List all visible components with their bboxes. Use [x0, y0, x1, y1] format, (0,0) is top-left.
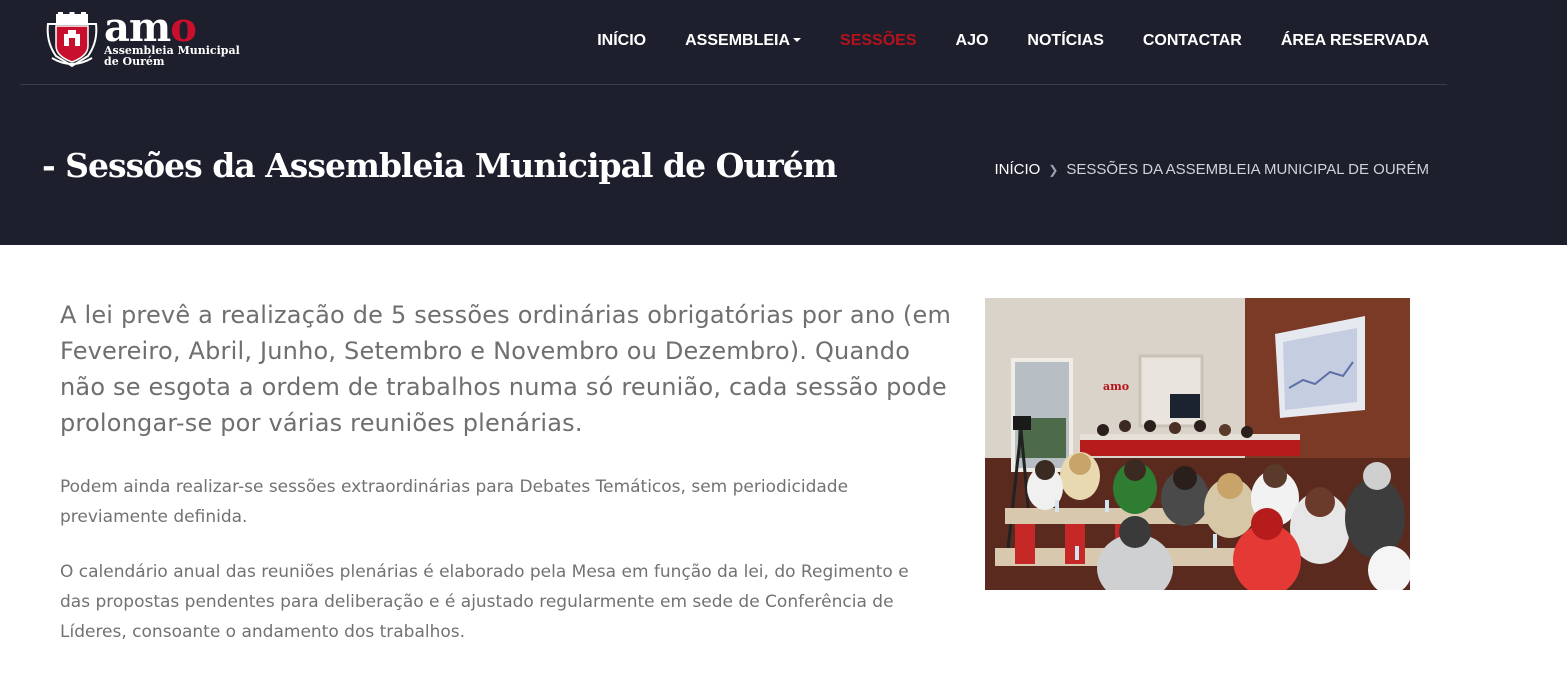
site-logo[interactable]: amo Assembleia Municipal de Ourém — [44, 4, 240, 72]
nav-item-assembleia[interactable]: ASSEMBLEIA — [685, 30, 802, 52]
nav-item-area-reservada[interactable]: ÁREA RESERVADA — [1281, 30, 1429, 52]
main-nav: INÍCIO ASSEMBLEIA SESSÕES AJO NOTÍCIAS C… — [558, 30, 1429, 52]
assembly-session-photo: amo — [985, 298, 1410, 590]
caret-down-icon — [793, 37, 802, 42]
nav-item-ajo[interactable]: AJO — [956, 30, 989, 52]
nav-item-sessoes[interactable]: SESSÕES — [840, 30, 916, 52]
nav-item-inicio[interactable]: INÍCIO — [597, 30, 646, 52]
chevron-right-icon: ❯ — [1048, 162, 1059, 177]
header-divider — [20, 84, 1447, 85]
body-paragraph-2: O calendário anual das reuniões plenária… — [60, 562, 909, 642]
nav-item-assembleia-label: ASSEMBLEIA — [685, 32, 791, 49]
assembly-session-photo-illustration: amo — [985, 298, 1410, 590]
photo-sign-text: amo — [1103, 380, 1129, 393]
nav-item-contactar[interactable]: CONTACTAR — [1143, 30, 1242, 52]
lead-paragraph: A lei prevê a realização de 5 sessões or… — [60, 301, 952, 437]
top-navigation-bar: amo Assembleia Municipal de Ourém INÍCIO… — [0, 0, 1567, 84]
breadcrumb: INÍCIO ❯ SESSÕES DA ASSEMBLEIA MUNICIPAL… — [994, 161, 1429, 178]
logo-subtitle-line2: de Ourém — [104, 55, 165, 68]
municipal-crest-icon — [46, 12, 98, 68]
page-header: amo Assembleia Municipal de Ourém INÍCIO… — [0, 0, 1567, 245]
breadcrumb-current: SESSÕES DA ASSEMBLEIA MUNICIPAL DE OURÉM — [1066, 161, 1429, 178]
body-paragraph-1: Podem ainda realizar-se sessões extraord… — [60, 477, 849, 527]
nav-item-noticias[interactable]: NOTÍCIAS — [1027, 30, 1103, 52]
breadcrumb-home-link[interactable]: INÍCIO — [994, 161, 1040, 178]
page-title: - Sessões da Assembleia Municipal de Our… — [42, 146, 838, 185]
logo-subtitle: Assembleia Municipal de Ourém — [104, 45, 240, 67]
